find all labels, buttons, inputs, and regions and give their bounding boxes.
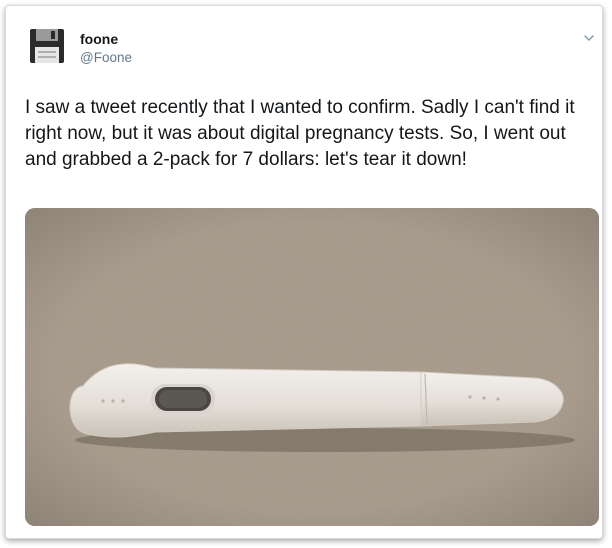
pregnancy-test-photo: [25, 208, 599, 526]
tweet-text: I saw a tweet recently that I wanted to …: [25, 97, 575, 170]
floppy-disk-icon: [30, 29, 64, 63]
display-name[interactable]: foone: [80, 31, 118, 47]
user-handle[interactable]: @Foone: [80, 50, 132, 65]
avatar[interactable]: [24, 23, 70, 69]
tweet-card: foone @Foone I saw a tweet recently that…: [5, 5, 603, 539]
tweet-menu-button[interactable]: [581, 30, 597, 46]
tweet-photo[interactable]: [25, 208, 599, 526]
chevron-down-icon: [584, 35, 594, 41]
